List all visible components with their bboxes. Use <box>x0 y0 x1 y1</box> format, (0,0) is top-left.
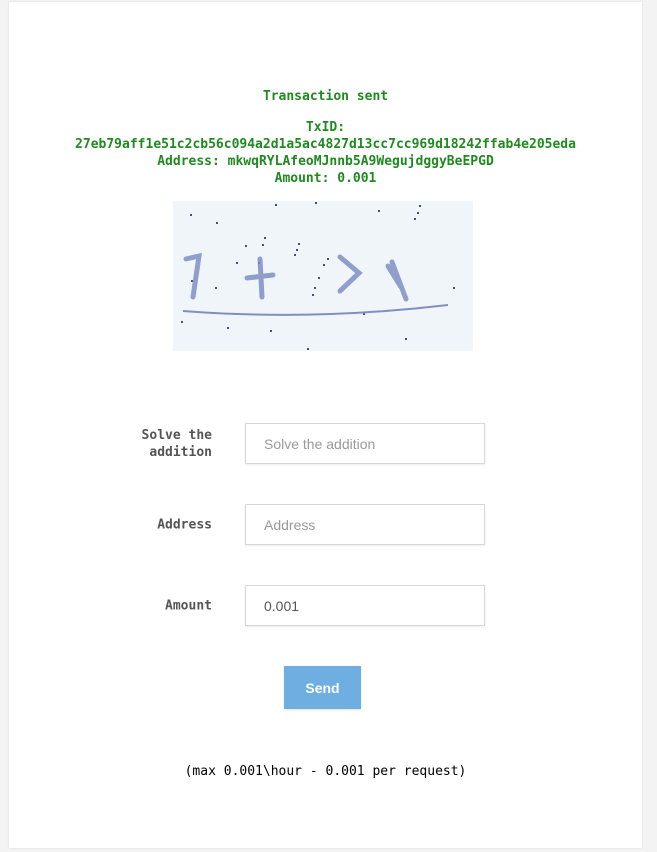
address-row: Address <box>9 504 642 546</box>
transaction-status: Transaction sent TxID: 27eb79aff1e51c2cb… <box>9 88 642 187</box>
addition-input[interactable] <box>245 423 485 464</box>
txid-label: TxID: <box>305 120 346 135</box>
address-label: Address <box>157 517 212 533</box>
amount-line: Amount: 0.001 <box>274 171 377 186</box>
txid-value: 27eb79aff1e51c2cb56c094a2d1a5ac4827d13cc… <box>75 137 576 152</box>
amount-row: Amount <box>9 585 642 627</box>
rate-limit-note: (max 0.001\hour - 0.001 per request) <box>184 764 467 779</box>
amount-label: Amount <box>165 598 212 614</box>
faucet-card: Transaction sent TxID: 27eb79aff1e51c2cb… <box>9 2 642 848</box>
amount-input[interactable] <box>245 585 485 626</box>
addition-row: Solve the addition <box>9 423 642 465</box>
send-button[interactable]: Send <box>284 666 361 709</box>
address-input[interactable] <box>245 504 485 545</box>
captcha-image <box>173 201 473 351</box>
addition-label: Solve the addition <box>141 428 212 460</box>
captcha-graphic <box>181 202 455 350</box>
address-line: Address: mkwqRYLAfeoMJnnb5A9WegujdggyBeE… <box>157 154 494 169</box>
status-title: Transaction sent <box>262 89 389 104</box>
